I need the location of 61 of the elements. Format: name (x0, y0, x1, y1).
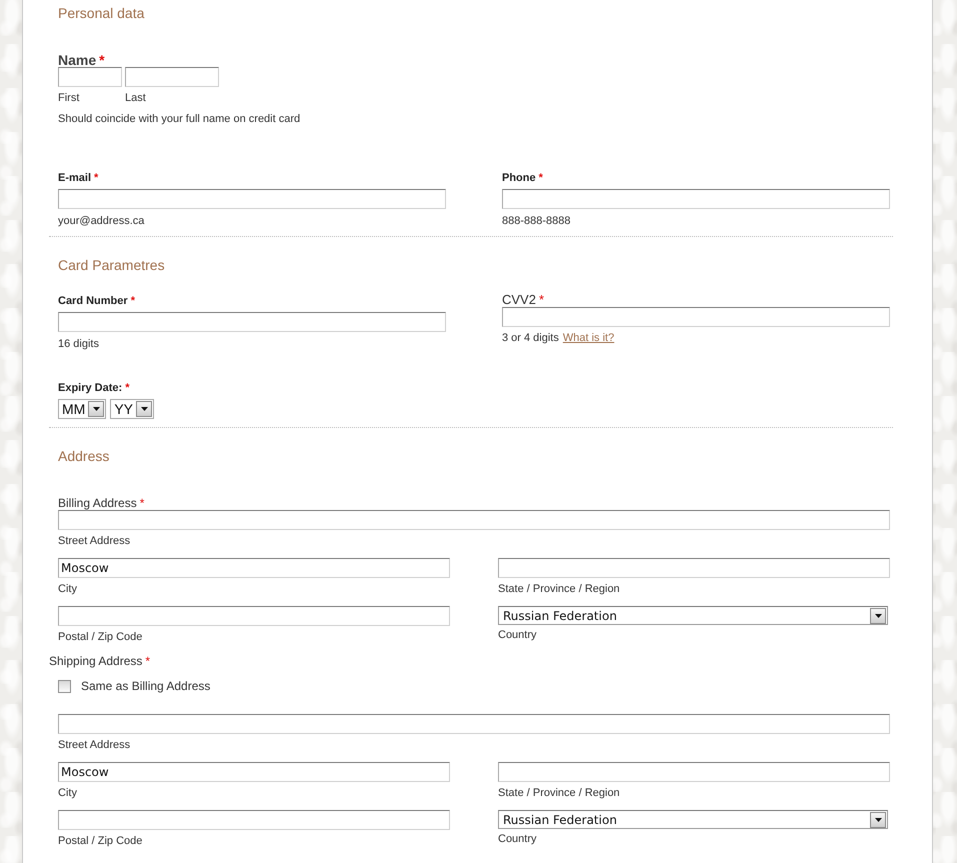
required-mark: * (94, 172, 98, 185)
required-mark: * (130, 295, 135, 308)
expiry-dropdown[interactable]: YY (110, 399, 154, 419)
country-dropdown[interactable]: Russian Federation (498, 606, 888, 625)
field-caption: State / Province / Region (498, 583, 620, 596)
help-link[interactable]: What is it? (562, 332, 614, 345)
field-label: Phone (502, 172, 536, 185)
street-field[interactable] (58, 714, 890, 734)
field-caption: Street Address (58, 739, 130, 752)
text-field[interactable] (502, 307, 890, 327)
field-label: Billing Address (58, 496, 137, 510)
field-label: Card Number (58, 295, 128, 308)
state-field[interactable] (498, 762, 890, 782)
help-text: your@address.ca (58, 215, 144, 228)
caret-icon[interactable] (870, 812, 886, 828)
checkbox-label: Same as Billing Address (81, 679, 210, 693)
field-caption: Last (125, 92, 146, 105)
field-caption: State / Province / Region (498, 787, 620, 800)
required-mark: * (140, 496, 144, 510)
postal-code-field[interactable] (58, 606, 450, 626)
required-mark: * (538, 293, 544, 307)
city-field[interactable]: Moscow (58, 558, 450, 578)
city-field[interactable]: Moscow (58, 762, 450, 782)
field-label: Expiry Date: (58, 382, 122, 395)
field-caption: Postal / Zip Code (58, 835, 142, 848)
field-caption: Postal / Zip Code (58, 631, 142, 644)
field-caption: City (58, 787, 77, 800)
expiry-dropdown[interactable]: MM (58, 399, 106, 419)
field-label: E-mail (58, 172, 92, 185)
help-text: Should coincide with your full name on credit card (58, 113, 300, 126)
name-field[interactable] (125, 67, 219, 87)
help-text: 16 digits (58, 338, 99, 351)
field-caption: First (58, 92, 80, 105)
text-field[interactable] (58, 189, 446, 209)
field-caption: Country (498, 833, 537, 846)
help-text: 3 or 4 digits (502, 332, 559, 345)
field-label: Shipping Address (49, 654, 142, 668)
caret-icon[interactable] (136, 401, 152, 417)
section-heading: Personal data (58, 4, 144, 22)
section-heading: Address (58, 447, 110, 465)
section-heading: Card Parametres (58, 256, 165, 274)
required-mark: * (125, 382, 130, 395)
field-caption: City (58, 583, 77, 596)
checkbox[interactable] (58, 680, 71, 692)
help-text: 888-888-8888 (502, 215, 571, 228)
field-caption: Country (498, 629, 537, 642)
text-field[interactable] (58, 312, 446, 332)
text-field[interactable] (502, 189, 890, 209)
street-field[interactable] (58, 510, 890, 530)
postal-code-field[interactable] (58, 810, 450, 830)
name-field[interactable] (58, 67, 122, 87)
country-dropdown[interactable]: Russian Federation (498, 810, 888, 829)
caret-icon[interactable] (870, 608, 886, 624)
required-mark: * (538, 172, 543, 185)
state-field[interactable] (498, 558, 890, 578)
caret-icon[interactable] (88, 401, 104, 417)
required-mark: * (99, 53, 105, 67)
field-caption: Street Address (58, 535, 130, 548)
required-mark: * (145, 654, 150, 668)
field-label: Name (58, 53, 96, 67)
field-label: CVV2 (502, 293, 536, 307)
